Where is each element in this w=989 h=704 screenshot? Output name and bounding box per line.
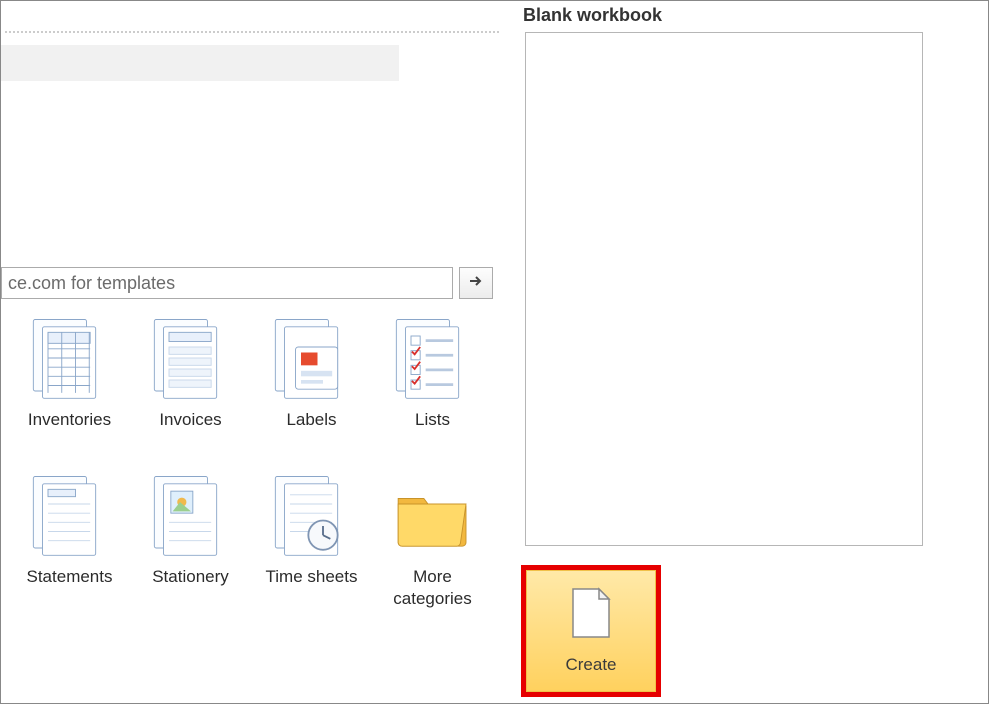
template-labels[interactable]: Labels	[253, 309, 370, 430]
template-inventories[interactable]: Inventories	[11, 309, 128, 430]
template-stationery[interactable]: Stationery	[132, 466, 249, 609]
template-label: Invoices	[159, 409, 221, 430]
template-invoices[interactable]: Invoices	[132, 309, 249, 430]
templates-grid: Inventories Invoices Labels Lists Statements…	[11, 309, 491, 609]
arrow-right-icon	[469, 274, 483, 292]
invoice-icon	[141, 309, 241, 407]
templates-pane: Inventories Invoices Labels Lists Statements…	[1, 1, 503, 703]
create-button[interactable]: Create	[526, 570, 656, 692]
folder-icon	[383, 466, 483, 564]
list-icon	[383, 309, 483, 407]
timesheet-icon	[262, 466, 362, 564]
preview-title: Blank workbook	[523, 5, 969, 26]
search-go-button[interactable]	[459, 267, 493, 299]
stationery-icon	[141, 466, 241, 564]
template-label: Labels	[286, 409, 336, 430]
inventory-icon	[20, 309, 120, 407]
app-frame: Inventories Invoices Labels Lists Statements…	[0, 0, 989, 704]
template-more[interactable]: Morecategories	[374, 466, 491, 609]
template-label: Inventories	[28, 409, 111, 430]
template-lists[interactable]: Lists	[374, 309, 491, 430]
template-label: Statements	[27, 566, 113, 587]
create-button-label: Create	[565, 655, 616, 675]
template-label: Stationery	[152, 566, 229, 587]
template-label: Time sheets	[266, 566, 358, 587]
search-row	[1, 267, 493, 299]
templates-toolbar-area	[1, 45, 399, 81]
template-statements[interactable]: Statements	[11, 466, 128, 609]
label-icon	[262, 309, 362, 407]
document-icon	[571, 587, 611, 639]
divider	[5, 31, 499, 33]
template-timesheets[interactable]: Time sheets	[253, 466, 370, 609]
create-highlight: Create	[521, 565, 661, 697]
statement-icon	[20, 466, 120, 564]
templates-search-input[interactable]	[1, 267, 453, 299]
template-label: Lists	[415, 409, 450, 430]
template-label: Morecategories	[393, 566, 471, 609]
preview-thumbnail	[525, 32, 923, 546]
